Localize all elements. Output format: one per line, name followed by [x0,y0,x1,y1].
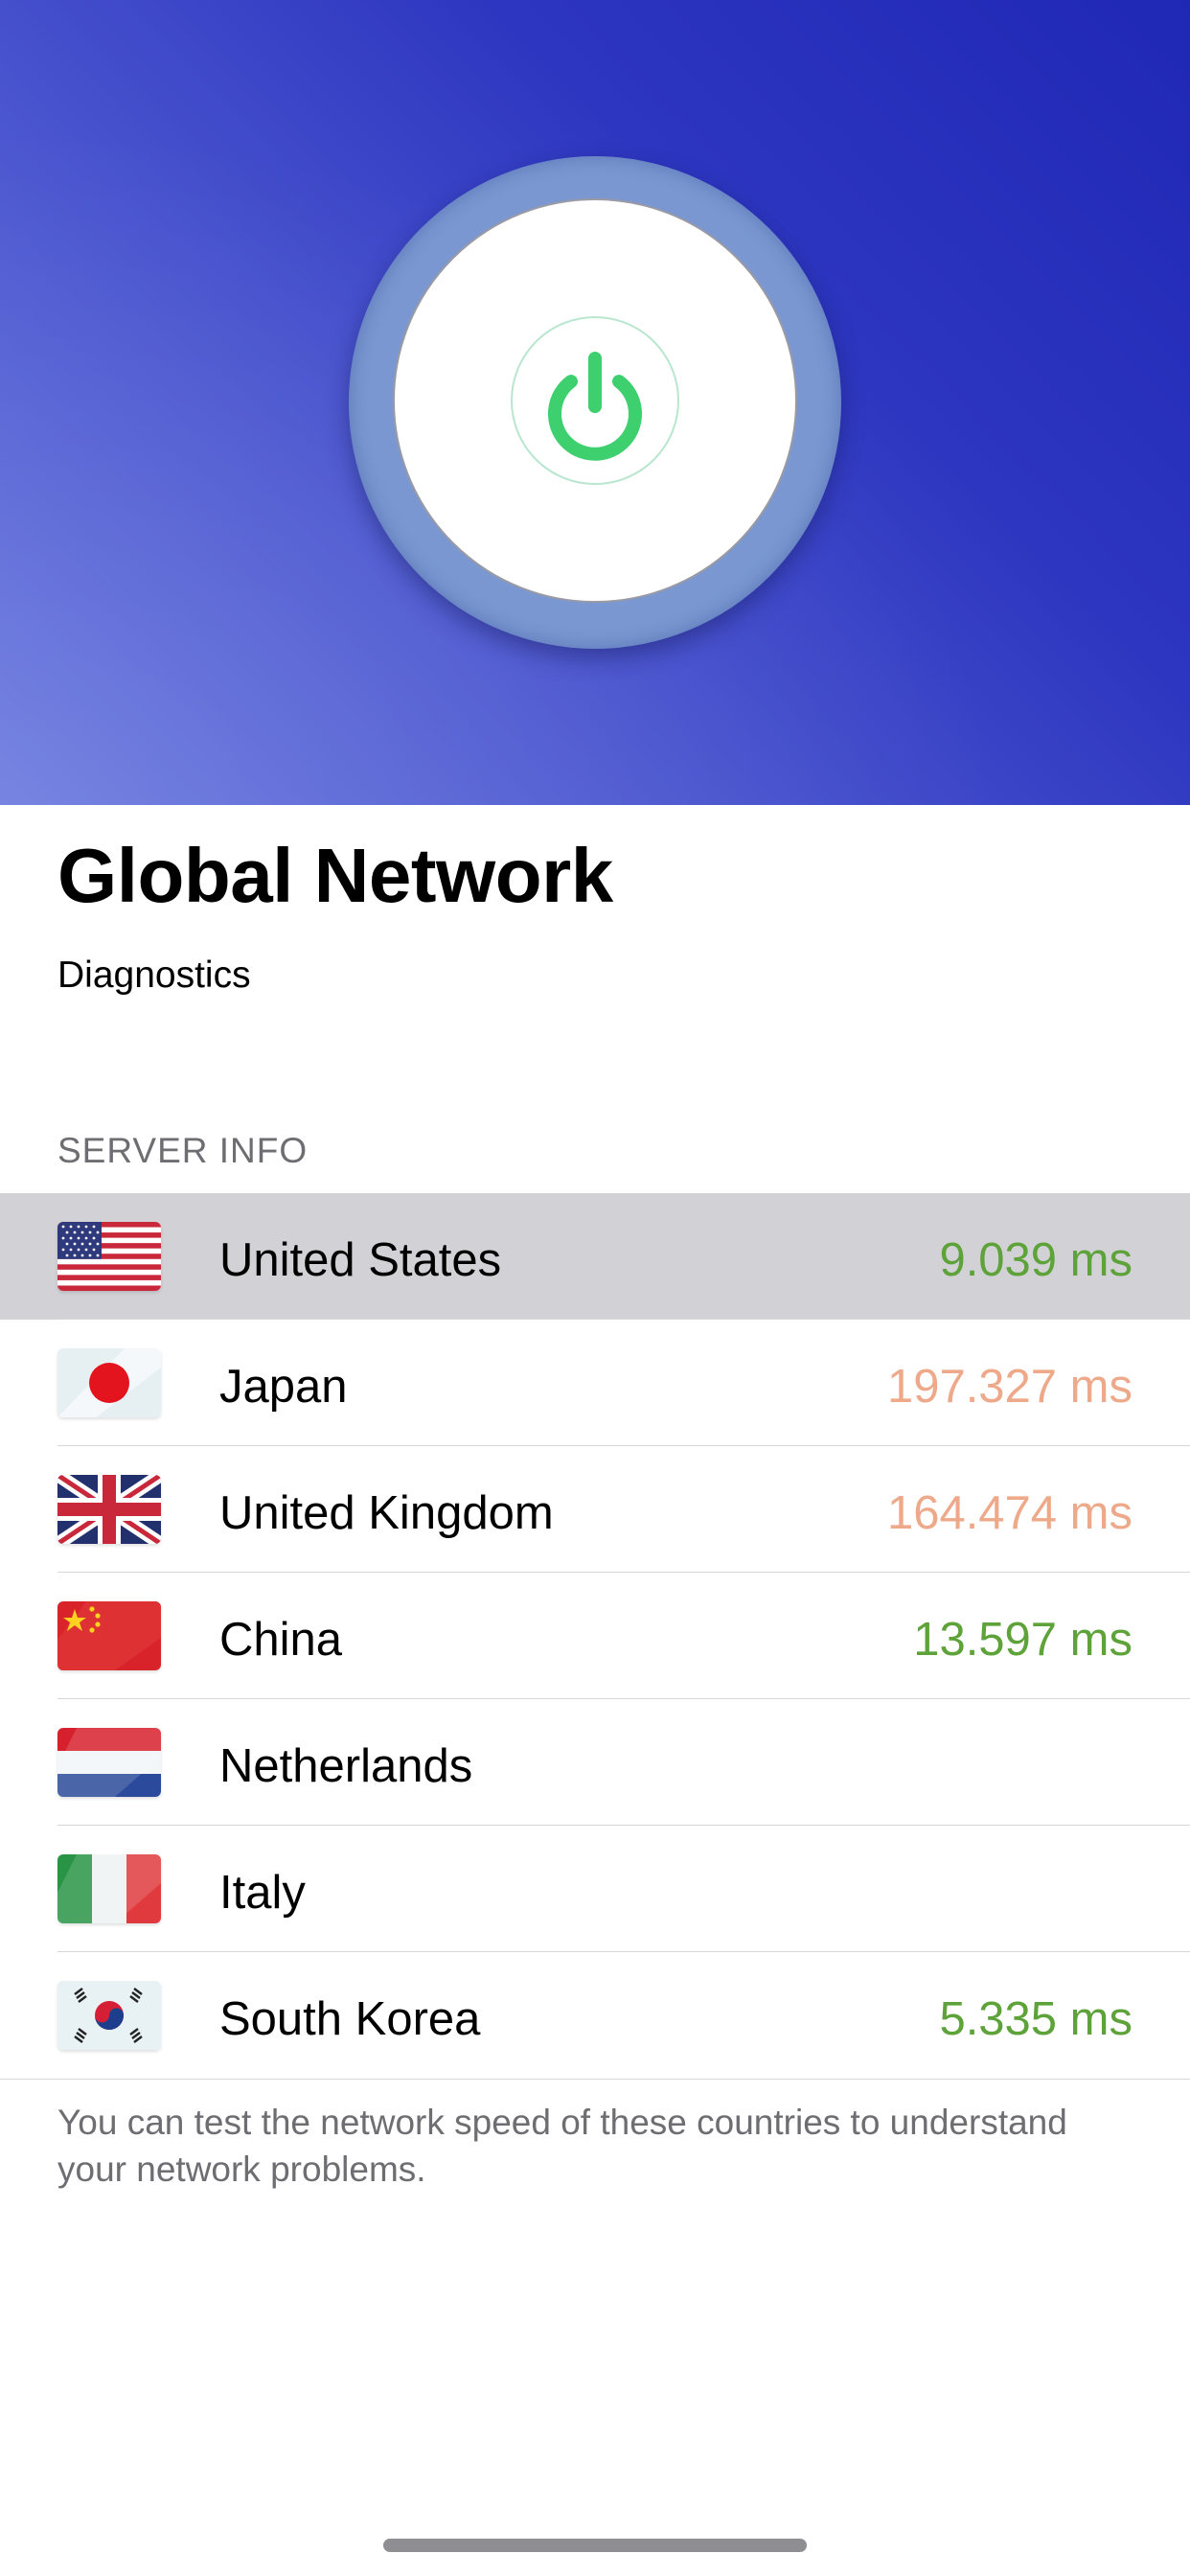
server-row-united-kingdom[interactable]: United Kingdom 164.474 ms [0,1446,1190,1573]
country-name: United Kingdom [219,1487,554,1539]
server-row-united-states[interactable]: United States 9.039 ms [0,1193,1190,1320]
uk-flag-icon [57,1475,161,1544]
hero-banner [0,0,1190,805]
country-name: Japan [219,1361,348,1413]
server-row-japan[interactable]: Japan 197.327 ms [0,1320,1190,1446]
country-name: Italy [219,1867,306,1919]
latency-value: 5.335 ms [939,1993,1133,2045]
server-row-netherlands[interactable]: Netherlands [0,1699,1190,1826]
server-row-china[interactable]: China 13.597 ms [0,1573,1190,1699]
country-name: China [219,1614,343,1666]
china-flag-icon [57,1601,161,1670]
home-indicator[interactable] [383,2539,807,2552]
latency-value: 164.474 ms [886,1487,1133,1539]
page-title: Global Network [57,833,613,918]
japan-flag-icon [57,1348,161,1417]
italy-flag-icon [57,1854,161,1923]
server-list: United States 9.039 ms Japan 197.327 ms [0,1193,1190,2080]
section-footer-note: You can test the network speed of these … [57,2103,1067,2189]
server-row-south-korea[interactable]: South Korea 5.335 ms [0,1952,1190,2079]
country-name: United States [219,1234,502,1286]
country-name: South Korea [219,1993,481,2045]
section-header-server-info: SERVER INFO [57,1131,309,1170]
latency-value: 197.327 ms [886,1361,1133,1413]
power-icon [511,316,679,485]
latency-value: 13.597 ms [913,1614,1133,1666]
south-korea-flag-icon [57,1981,161,2050]
latency-value: 9.039 ms [939,1234,1133,1286]
netherlands-flag-icon [57,1728,161,1797]
country-name: Netherlands [219,1740,473,1792]
server-row-italy[interactable]: Italy [0,1826,1190,1952]
page-subtitle: Diagnostics [57,954,251,996]
us-flag-icon [57,1222,161,1291]
